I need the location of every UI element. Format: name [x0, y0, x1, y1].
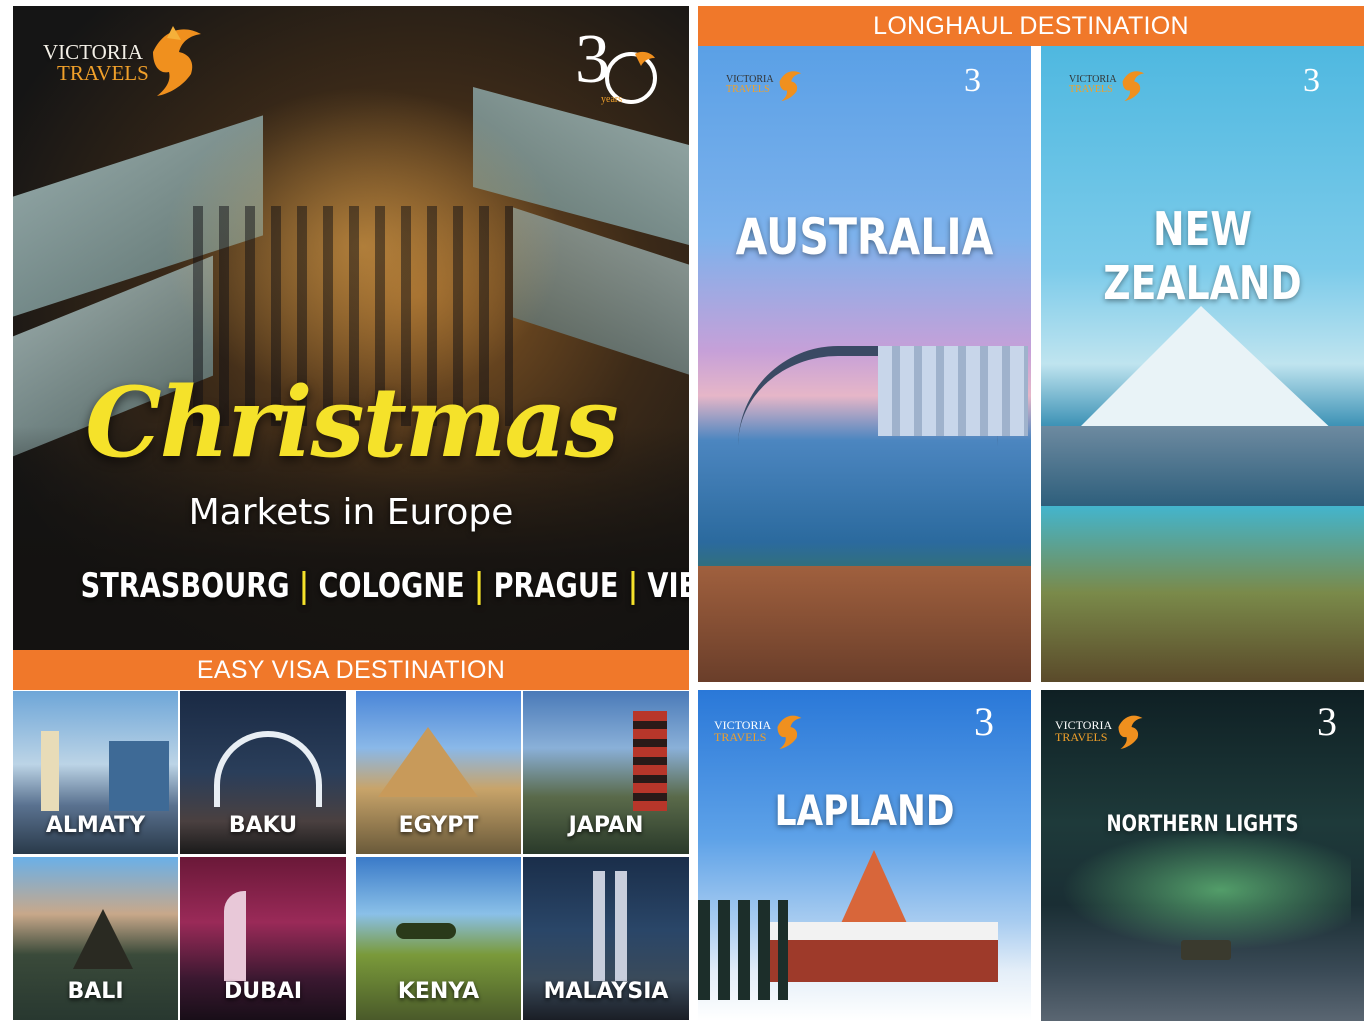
- anniversary-badge: 3 years: [571, 21, 665, 114]
- brand-logo: VICTORIA TRAVELS: [1069, 68, 1147, 102]
- anniversary-badge: 3: [1317, 698, 1337, 745]
- anniversary-badge: 3: [964, 62, 981, 100]
- aurora-glow: [1061, 830, 1351, 950]
- anniversary-number: 3: [964, 62, 981, 99]
- brand-line2: TRAVELS: [1069, 84, 1113, 95]
- hero-subtitle: Markets in Europe: [188, 492, 514, 533]
- hero-christmas-markets[interactable]: VICTORIA TRAVELS 3 years Christmas Marke…: [13, 6, 689, 650]
- anniversary-number: 3: [1303, 62, 1320, 99]
- tile-label: BALI: [67, 979, 124, 1004]
- mountain-shadow: [1041, 426, 1364, 506]
- tile-title: NORTHERN LIGHTS: [1106, 812, 1299, 837]
- tile-kenya[interactable]: KENYA: [356, 857, 521, 1020]
- bird-icon: [152, 26, 201, 96]
- tile-bali[interactable]: BALI: [13, 857, 178, 1020]
- petronas-tower-left: [593, 871, 605, 981]
- tile-australia[interactable]: VICTORIA TRAVELS 3 AUSTRALIA: [698, 46, 1031, 682]
- brand-logo: VICTORIA TRAVELS: [714, 712, 805, 750]
- tile-label: ALMATY: [45, 813, 146, 838]
- tile-baku[interactable]: BAKU: [180, 691, 346, 854]
- longhaul-section-header: LONGHAUL DESTINATION: [698, 6, 1364, 46]
- easy-visa-section-header: EASY VISA DESTINATION: [13, 650, 689, 690]
- lapland-houses: [758, 922, 998, 982]
- city-prague: PRAGUE: [493, 566, 619, 606]
- tile-egypt[interactable]: EGYPT: [356, 691, 521, 854]
- tile-label: BAKU: [228, 813, 298, 838]
- brand-line2: TRAVELS: [1055, 730, 1108, 744]
- tile-new-zealand[interactable]: VICTORIA TRAVELS 3 NEW ZEALAND: [1041, 46, 1364, 682]
- bird-icon: [779, 71, 801, 102]
- petronas-tower-right: [615, 871, 627, 981]
- brand-line2: TRAVELS: [57, 61, 149, 85]
- city-cologne: COLOGNE: [318, 566, 465, 606]
- lapland-cone-roof: [838, 850, 910, 930]
- anniversary-number: 3: [974, 699, 994, 744]
- anniversary-word: years: [601, 94, 623, 105]
- tower-shape: [41, 731, 59, 811]
- curved-building: [214, 731, 322, 807]
- burj-al-arab: [224, 891, 246, 981]
- brand-logo: VICTORIA TRAVELS: [726, 68, 804, 102]
- tile-dubai[interactable]: DUBAI: [180, 857, 346, 1020]
- city-vienna: VIENNA: [647, 566, 689, 606]
- tile-japan[interactable]: JAPAN: [523, 691, 689, 854]
- city-separator: |: [627, 566, 638, 606]
- acacia-tree: [396, 923, 456, 939]
- hero-cities: STRASBOURG | COLOGNE | PRAGUE | VIENNA: [80, 566, 689, 606]
- tile-label: EGYPT: [398, 813, 479, 838]
- foreground-buildings: [698, 566, 1031, 682]
- hero-title: Christmas: [85, 366, 618, 479]
- tile-title: NEW ZEALAND: [1103, 202, 1302, 310]
- anniversary-number: 3: [1317, 699, 1337, 744]
- tile-label: DUBAI: [223, 979, 303, 1004]
- tile-label: JAPAN: [568, 813, 644, 838]
- tile-label: MALAYSIA: [543, 979, 669, 1004]
- bird-icon: [777, 715, 802, 749]
- anniversary-badge: 3: [1303, 62, 1320, 100]
- pyramid-shape: [378, 727, 478, 797]
- glass-building: [109, 741, 169, 811]
- tile-almaty[interactable]: ALMATY: [13, 691, 178, 854]
- brand-logo: VICTORIA TRAVELS: [1055, 712, 1146, 750]
- pine-trees: [698, 900, 788, 1000]
- tile-title: LAPLAND: [774, 786, 955, 835]
- brand-line2: TRAVELS: [726, 84, 770, 95]
- jeep-silhouette: [1181, 940, 1231, 960]
- tile-label: KENYA: [397, 979, 480, 1004]
- bird-icon: [1122, 71, 1144, 102]
- tile-northern-lights[interactable]: VICTORIA TRAVELS 3 NORTHERN LIGHTS: [1041, 690, 1364, 1021]
- city-strasbourg: STRASBOURG: [80, 566, 290, 606]
- pagoda-shape: [633, 711, 667, 811]
- city-separator: |: [299, 566, 309, 606]
- bird-icon: [1118, 715, 1143, 749]
- tile-title: AUSTRALIA: [735, 208, 994, 266]
- city-skyline: [878, 346, 1028, 436]
- tile-lapland[interactable]: VICTORIA TRAVELS 3 LAPLAND: [698, 690, 1031, 1021]
- brand-line1: VICTORIA: [43, 40, 143, 64]
- brand-line2: TRAVELS: [714, 730, 767, 744]
- brand-logo: VICTORIA TRAVELS: [43, 26, 205, 98]
- city-separator: |: [474, 566, 485, 606]
- anniversary-badge: 3: [974, 698, 994, 745]
- temple-silhouette: [73, 909, 133, 969]
- tile-malaysia[interactable]: MALAYSIA: [523, 857, 689, 1020]
